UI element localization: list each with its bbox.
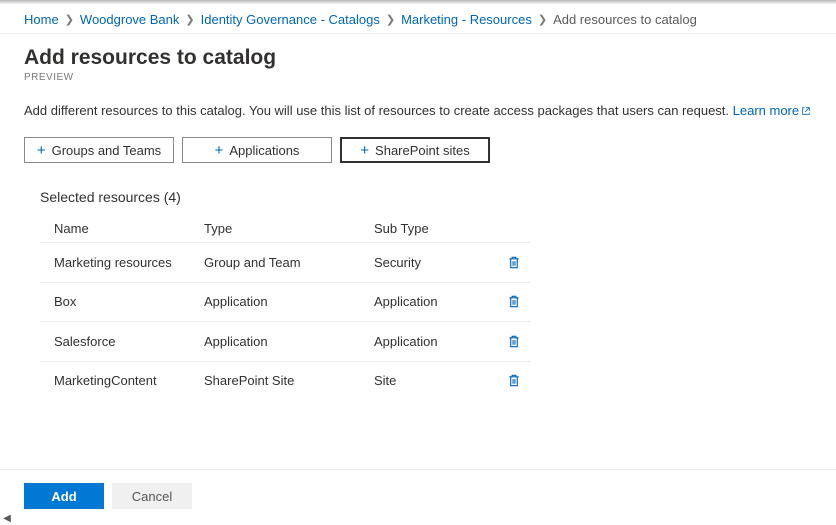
trash-icon bbox=[507, 294, 521, 309]
cell-name: Salesforce bbox=[54, 334, 204, 349]
table-row: Box Application Application bbox=[40, 283, 530, 323]
cell-type: Application bbox=[204, 334, 374, 349]
cancel-button[interactable]: Cancel bbox=[112, 483, 192, 509]
cell-name: MarketingContent bbox=[54, 373, 204, 388]
breadcrumb-link-home[interactable]: Home bbox=[24, 12, 59, 27]
page-title: Add resources to catalog bbox=[24, 46, 812, 70]
button-label: Groups and Teams bbox=[52, 143, 162, 158]
plus-icon: + bbox=[215, 143, 224, 158]
trash-icon bbox=[507, 373, 521, 388]
breadcrumb-link-resources[interactable]: Marketing - Resources bbox=[401, 12, 532, 27]
footer-divider bbox=[0, 469, 836, 470]
preview-badge: PREVIEW bbox=[24, 72, 812, 83]
table-row: Salesforce Application Application bbox=[40, 322, 530, 362]
breadcrumb-current: Add resources to catalog bbox=[553, 12, 697, 27]
delete-row-button[interactable] bbox=[504, 371, 524, 391]
breadcrumb: Home ❯ Woodgrove Bank ❯ Identity Governa… bbox=[0, 4, 836, 34]
table-row: MarketingContent SharePoint Site Site bbox=[40, 362, 530, 401]
cell-subtype: Application bbox=[374, 334, 504, 349]
trash-icon bbox=[507, 334, 521, 349]
delete-row-button[interactable] bbox=[504, 252, 524, 272]
selected-resources-heading: Selected resources (4) bbox=[40, 189, 796, 205]
chevron-right-icon: ❯ bbox=[65, 13, 74, 26]
trash-icon bbox=[507, 255, 521, 270]
plus-icon: + bbox=[37, 143, 46, 158]
scroll-left-arrow-icon[interactable]: ◀ bbox=[2, 513, 12, 523]
cell-subtype: Site bbox=[374, 373, 504, 388]
resource-type-buttons: + Groups and Teams + Applications + Shar… bbox=[0, 125, 836, 171]
footer-actions: Add Cancel bbox=[0, 483, 836, 509]
cell-subtype: Security bbox=[374, 255, 504, 270]
column-name: Name bbox=[54, 221, 204, 236]
chevron-right-icon: ❯ bbox=[538, 13, 547, 26]
add-button[interactable]: Add bbox=[24, 483, 104, 509]
column-subtype: Sub Type bbox=[374, 221, 504, 236]
cell-name: Box bbox=[54, 294, 204, 309]
selected-resources-section: Selected resources (4) Name Type Sub Typ… bbox=[0, 171, 836, 408]
add-applications-button[interactable]: + Applications bbox=[182, 137, 332, 163]
learn-more-link[interactable]: Learn more bbox=[733, 103, 811, 118]
cell-name: Marketing resources bbox=[54, 255, 204, 270]
table-row: Marketing resources Group and Team Secur… bbox=[40, 243, 530, 283]
plus-icon: + bbox=[360, 143, 369, 158]
page-header: Add resources to catalog PREVIEW bbox=[0, 34, 836, 87]
breadcrumb-link-tenant[interactable]: Woodgrove Bank bbox=[80, 12, 180, 27]
cell-type: Group and Team bbox=[204, 255, 374, 270]
add-groups-teams-button[interactable]: + Groups and Teams bbox=[24, 137, 174, 163]
cell-type: Application bbox=[204, 294, 374, 309]
cell-subtype: Application bbox=[374, 294, 504, 309]
cell-type: SharePoint Site bbox=[204, 373, 374, 388]
external-link-icon bbox=[801, 104, 811, 119]
selected-resources-table: Name Type Sub Type Marketing resources G… bbox=[40, 215, 530, 400]
breadcrumb-link-catalogs[interactable]: Identity Governance - Catalogs bbox=[201, 12, 380, 27]
button-label: SharePoint sites bbox=[375, 143, 470, 158]
description-text: Add different resources to this catalog.… bbox=[24, 103, 733, 118]
table-header: Name Type Sub Type bbox=[40, 215, 530, 243]
column-type: Type bbox=[204, 221, 374, 236]
chevron-right-icon: ❯ bbox=[185, 13, 194, 26]
add-sharepoint-sites-button[interactable]: + SharePoint sites bbox=[340, 137, 490, 163]
chevron-right-icon: ❯ bbox=[386, 13, 395, 26]
delete-row-button[interactable] bbox=[504, 292, 524, 312]
button-label: Applications bbox=[229, 143, 299, 158]
delete-row-button[interactable] bbox=[504, 331, 524, 351]
page-description: Add different resources to this catalog.… bbox=[0, 87, 836, 125]
